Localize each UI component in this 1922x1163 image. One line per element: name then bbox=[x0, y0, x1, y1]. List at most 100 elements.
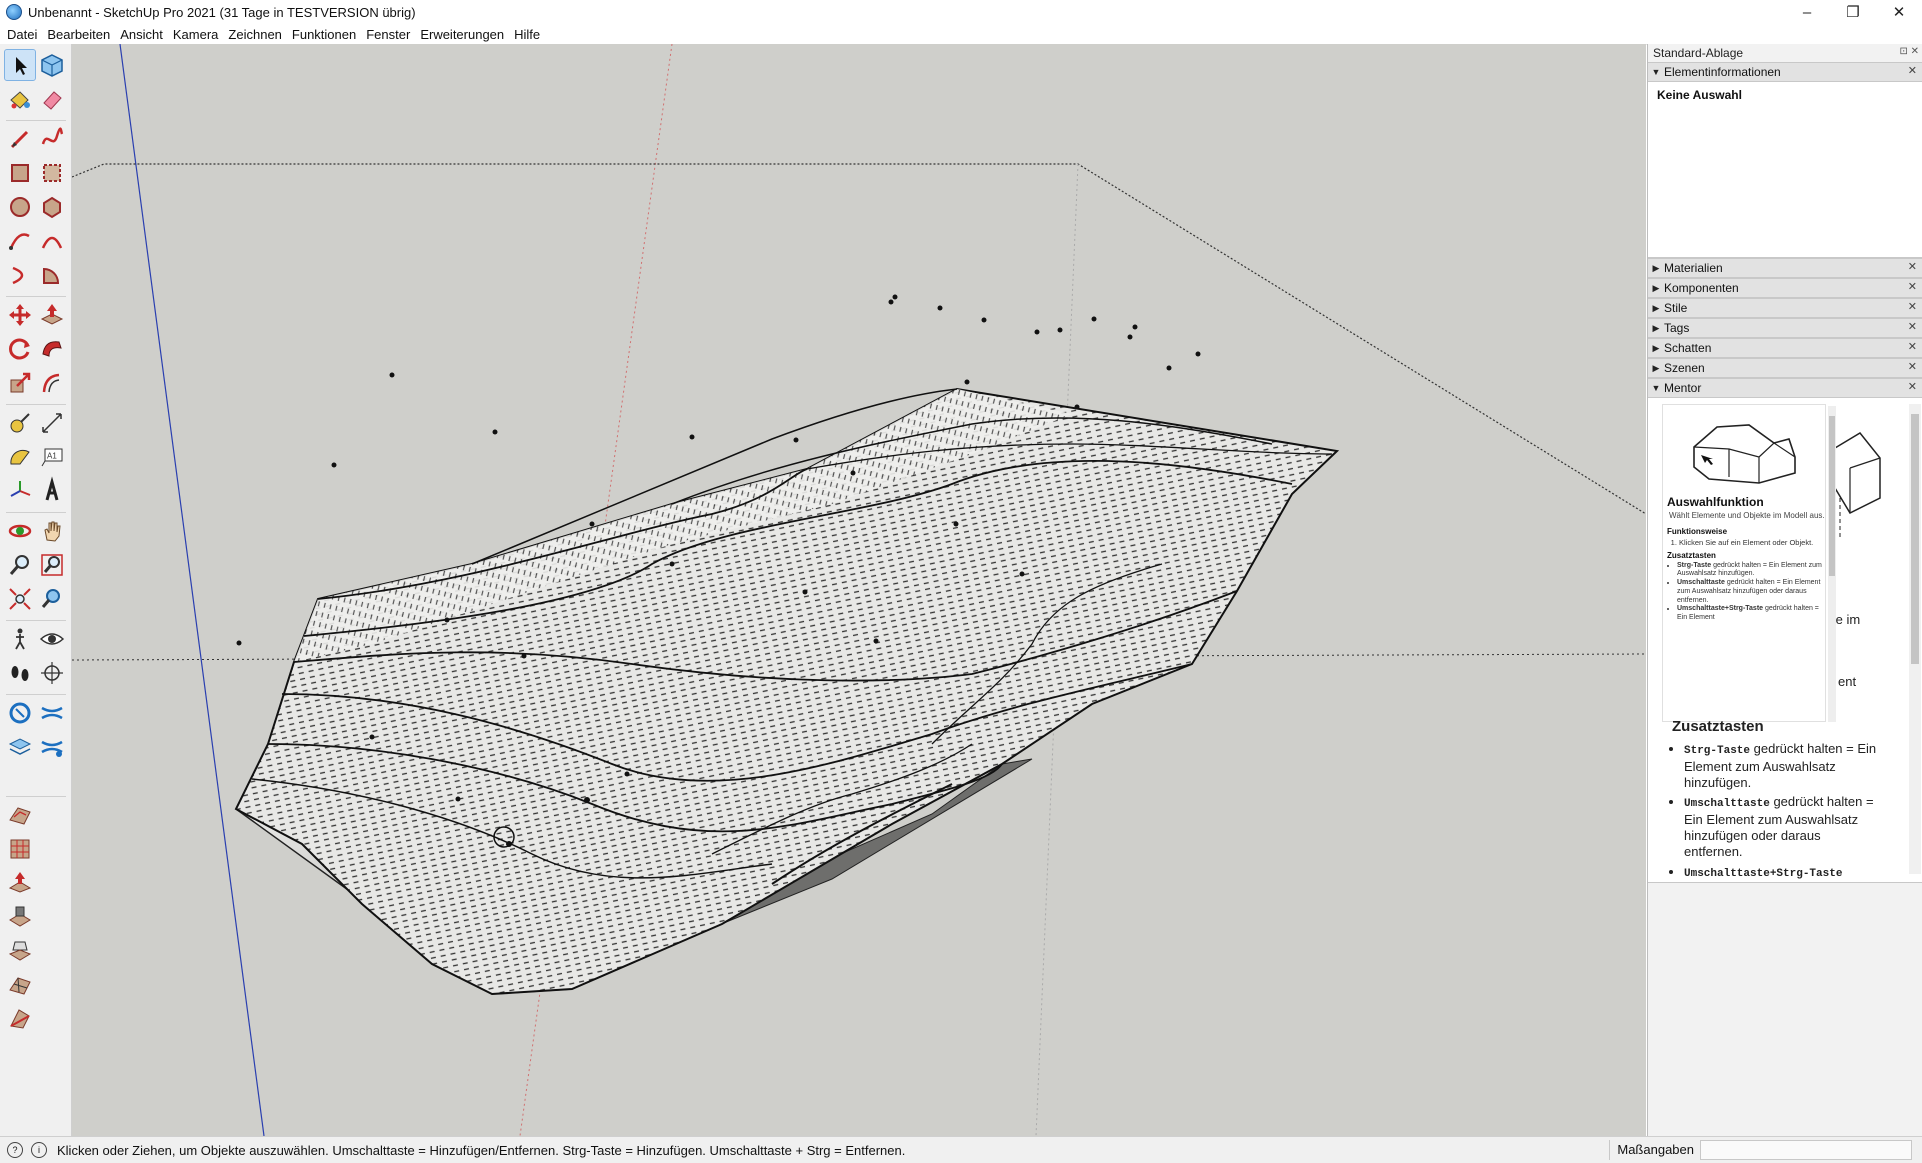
mentor-step: Klicken Sie auf ein Element oder Objekt. bbox=[1679, 538, 1825, 547]
circle-icon[interactable] bbox=[5, 192, 35, 222]
axes-icon[interactable] bbox=[5, 476, 35, 506]
list-item: Umschalttaste gedrückt halten = Ein Elem… bbox=[1684, 794, 1877, 861]
protractor-icon[interactable] bbox=[5, 442, 35, 472]
eraser-icon[interactable] bbox=[37, 84, 67, 114]
offset-icon[interactable] bbox=[37, 368, 67, 398]
pie-icon[interactable] bbox=[37, 260, 67, 290]
panel-mentor-header[interactable]: ▼ Mentor ✕ bbox=[1648, 378, 1922, 398]
panel-close-icon[interactable]: ✕ bbox=[1908, 340, 1917, 353]
panel-close-icon[interactable]: ✕ bbox=[1908, 320, 1917, 333]
section-fill-icon[interactable] bbox=[5, 732, 35, 762]
arc-icon[interactable] bbox=[5, 226, 35, 256]
drape-icon[interactable] bbox=[5, 936, 35, 966]
zoom-icon[interactable] bbox=[5, 550, 35, 580]
panel-schatten-header[interactable]: ▶ Schatten ✕ bbox=[1648, 338, 1922, 358]
geo-location-icon[interactable]: ? bbox=[7, 1142, 23, 1158]
menu-fenster[interactable]: Fenster bbox=[361, 27, 415, 42]
panel-close-icon[interactable]: ✕ bbox=[1908, 64, 1917, 77]
paint-bucket-icon[interactable] bbox=[5, 84, 35, 114]
collapsed-triangle-icon: ▶ bbox=[1652, 322, 1660, 333]
select-icon[interactable] bbox=[4, 49, 36, 81]
smoove-icon[interactable] bbox=[5, 868, 35, 898]
menu-datei[interactable]: Datei bbox=[0, 27, 42, 42]
entity-info-content: Keine Auswahl bbox=[1657, 88, 1742, 102]
mentor-card: Auswahlfunktion Wählt Elemente und Objek… bbox=[1662, 404, 1826, 722]
3d-text-icon[interactable] bbox=[37, 476, 67, 506]
sandbox-from-contours-icon[interactable] bbox=[5, 800, 35, 830]
position-camera-icon[interactable] bbox=[37, 658, 67, 688]
footprints-icon[interactable] bbox=[5, 658, 35, 688]
mentor-scrollbar[interactable] bbox=[1909, 404, 1921, 874]
text-icon[interactable]: A1 bbox=[37, 442, 67, 472]
expanded-triangle-icon: ▼ bbox=[1651, 67, 1661, 77]
menu-ansicht[interactable]: Ansicht bbox=[115, 27, 168, 42]
push-pull-icon[interactable] bbox=[37, 300, 67, 330]
previous-view-icon[interactable] bbox=[37, 584, 67, 614]
terrain-model-drawing bbox=[72, 44, 1646, 1136]
tray-title: Standard-Ablage ⊡ ✕ bbox=[1653, 46, 1919, 60]
look-around-icon[interactable] bbox=[37, 624, 67, 654]
pan-icon[interactable] bbox=[37, 516, 67, 546]
menu-zeichnen[interactable]: Zeichnen bbox=[223, 27, 286, 42]
flip-edge-icon[interactable] bbox=[5, 1004, 35, 1034]
component-icon[interactable] bbox=[37, 50, 67, 80]
two-point-arc-icon[interactable] bbox=[37, 226, 67, 256]
freehand-icon[interactable] bbox=[37, 124, 67, 154]
tape-measure-icon[interactable] bbox=[5, 408, 35, 438]
rotated-rectangle-icon[interactable] bbox=[37, 158, 67, 188]
close-button[interactable]: ✕ bbox=[1876, 0, 1922, 24]
measurements-label: Maßangaben bbox=[1617, 1142, 1694, 1157]
menu-bearbeiten[interactable]: Bearbeiten bbox=[42, 27, 115, 42]
mentor-section-modifiers: Zusatztasten bbox=[1667, 550, 1716, 560]
zoom-window-icon[interactable] bbox=[37, 550, 67, 580]
add-detail-icon[interactable] bbox=[5, 970, 35, 1000]
title-bar: Unbenannt - SketchUp Pro 2021 (31 Tage i… bbox=[0, 0, 1922, 24]
mentor-title: Auswahlfunktion bbox=[1667, 495, 1764, 509]
zoom-extents-icon[interactable] bbox=[5, 584, 35, 614]
model-viewport[interactable] bbox=[72, 44, 1646, 1136]
line-icon[interactable] bbox=[5, 124, 35, 154]
mentor-card-scrollbar[interactable] bbox=[1828, 406, 1836, 722]
orbit-icon[interactable] bbox=[5, 516, 35, 546]
section-display-icon[interactable] bbox=[37, 698, 67, 728]
menu-kamera[interactable]: Kamera bbox=[168, 27, 224, 42]
three-point-arc-icon[interactable] bbox=[5, 260, 35, 290]
section-plane-icon[interactable] bbox=[5, 698, 35, 728]
panel-close-icon[interactable]: ✕ bbox=[1908, 380, 1917, 393]
tray-pin-close-icon[interactable]: ⊡ ✕ bbox=[1899, 46, 1919, 57]
stamp-icon[interactable] bbox=[5, 902, 35, 932]
sandbox-from-scratch-icon[interactable] bbox=[5, 834, 35, 864]
follow-me-icon[interactable] bbox=[37, 334, 67, 364]
section-cut-icon[interactable] bbox=[37, 732, 67, 762]
move-icon[interactable] bbox=[5, 300, 35, 330]
menu-funktionen[interactable]: Funktionen bbox=[287, 27, 361, 42]
panel-entity-info-header[interactable]: ▼ Elementinformationen ✕ bbox=[1648, 62, 1922, 82]
panel-stile-header[interactable]: ▶ Stile ✕ bbox=[1648, 298, 1922, 318]
large-tool-set: A1 bbox=[0, 44, 72, 1136]
panel-close-icon[interactable]: ✕ bbox=[1908, 260, 1917, 273]
panel-tags-header[interactable]: ▶ Tags ✕ bbox=[1648, 318, 1922, 338]
scale-icon[interactable] bbox=[5, 368, 35, 398]
menu-hilfe[interactable]: Hilfe bbox=[509, 27, 545, 42]
menu-erweiterungen[interactable]: Erweiterungen bbox=[415, 27, 509, 42]
mentor-hidden-text-1: te im bbox=[1832, 612, 1861, 627]
polygon-icon[interactable] bbox=[37, 192, 67, 222]
panel-szenen-header[interactable]: ▶ Szenen ✕ bbox=[1648, 358, 1922, 378]
panel-close-icon[interactable]: ✕ bbox=[1908, 300, 1917, 313]
panel-close-icon[interactable]: ✕ bbox=[1908, 360, 1917, 373]
list-item: Strg-Taste gedrückt halten = Ein Element… bbox=[1684, 741, 1877, 791]
collapsed-triangle-icon: ▶ bbox=[1652, 342, 1660, 353]
measurements-input[interactable] bbox=[1700, 1140, 1912, 1160]
dimension-icon[interactable] bbox=[37, 408, 67, 438]
list-item: Strg-Taste gedrückt halten = Ein Element… bbox=[1677, 562, 1825, 580]
panel-close-icon[interactable]: ✕ bbox=[1908, 280, 1917, 293]
rotate-icon[interactable] bbox=[5, 334, 35, 364]
panel-komponenten-header[interactable]: ▶ Komponenten ✕ bbox=[1648, 278, 1922, 298]
panel-materialien-header[interactable]: ▶ Materialien ✕ bbox=[1648, 258, 1922, 278]
walk-icon[interactable] bbox=[5, 624, 35, 654]
rectangle-icon[interactable] bbox=[5, 158, 35, 188]
restore-button[interactable]: ❐ bbox=[1830, 0, 1876, 24]
select-house-illustration-icon bbox=[1693, 424, 1796, 484]
minimize-button[interactable]: – bbox=[1784, 0, 1830, 24]
info-icon[interactable]: i bbox=[31, 1142, 47, 1158]
